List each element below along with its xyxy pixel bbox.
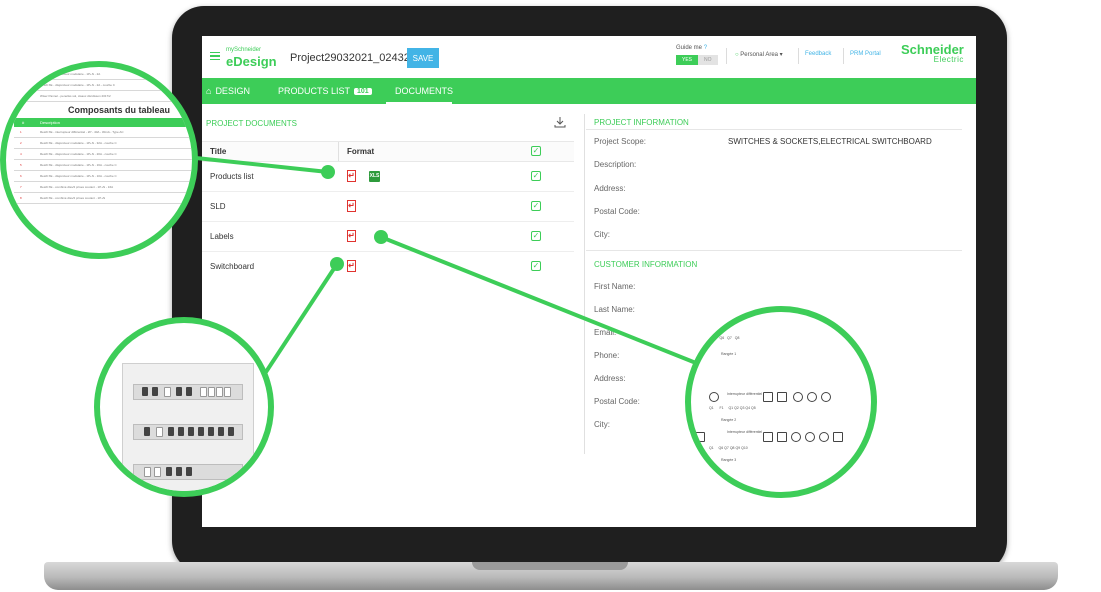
din-rail [133,424,243,440]
breaker-symbol [763,392,773,402]
preview-header: # Description [14,118,192,127]
din-rail [133,464,243,480]
light-symbol [807,392,817,402]
labels-preview-callout: Q1 Q6 Q7 Q8 Rangée 1 Interrupteur différ… [685,306,877,498]
preview-row: 2 Resi9 XE - disjoncteur modulaire - 1P+N… [14,80,192,91]
sym-label: Interrupteur différentiel [727,392,763,396]
sym-label: Q1 Q6 Q7 Q8 Q9 Q10 [709,446,748,450]
preview-row: 5 Resi9 XE - disjoncteur modulaire - 1P+N… [14,160,192,171]
sym-label: Interrupteur différentiel [727,430,763,434]
products-list-preview-callout: 1 Resi9 XE - disjoncteur modulaire - 1P+N… [0,61,198,259]
socket-symbol [793,392,803,402]
socket-symbol [821,392,831,402]
breaker-symbol [777,392,787,402]
preview-row: 4 Resi9 XE - disjoncteur modulaire - 1P+N… [14,149,192,160]
preview-row: 3 Wiser Pannel - peneliss sol, cisaux dis… [14,91,192,102]
socket-symbol [709,392,719,402]
breaker-symbol [695,432,705,442]
switchboard-preview-callout [94,317,274,497]
preview-title: Composants du tableau [67,105,170,115]
preview-row: 1 Resi9 XE - disjoncteur modulaire - 1P+N… [14,69,192,80]
labels-preview: Q1 Q6 Q7 Q8 Rangée 1 Interrupteur différ… [691,312,871,492]
preview-row: 2 Resi9 XE - disjoncteur modulaire - 1P+N… [14,138,192,149]
switchboard-image [122,363,254,491]
preview-row: 1 Resi9 XE - interrupteur différentiel - … [14,127,192,138]
preview-row: 8 Resi9 XE - combiné diss/2 prises couran… [14,193,192,204]
socket-symbol [791,432,801,442]
sym-label: Rangée 2 [721,418,737,422]
products-list-preview: 1 Resi9 XE - disjoncteur modulaire - 1P+N… [14,69,192,204]
breaker-symbol [833,432,843,442]
din-rail [133,384,243,400]
socket-symbol [805,432,815,442]
breaker-symbol [763,432,773,442]
preview-row: 7 Resi9 XE - combiné diss/2 prises couran… [14,182,192,193]
preview-row: 6 Resi9 XE - disjoncteur modulaire - 1P+N… [14,171,192,182]
sym-label: Q1 F1 Q1 Q2 Q3 Q4 Q5 [709,406,756,410]
preview-col-description: Description [40,120,61,125]
breaker-symbol [777,432,787,442]
sym-label: Rangée 1 [721,352,737,356]
sym-label: Rangée 3 [721,458,737,462]
sym-label: Q1 Q6 Q7 Q8 [711,336,740,340]
light-symbol [819,432,829,442]
